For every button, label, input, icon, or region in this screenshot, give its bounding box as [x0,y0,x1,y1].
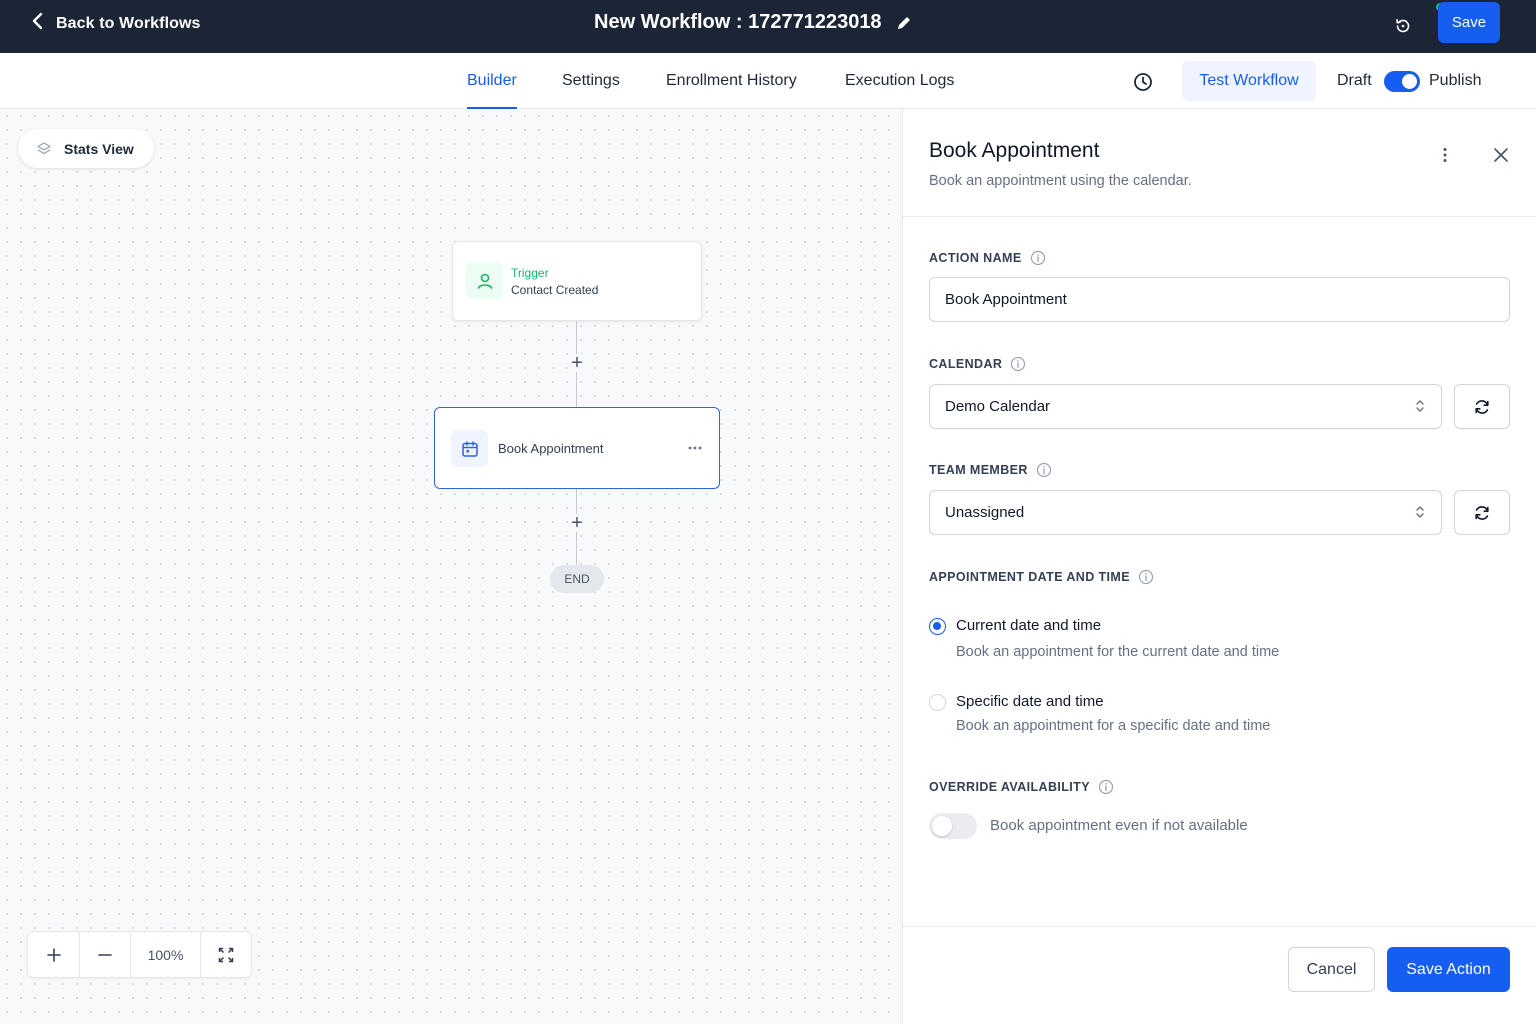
radio-option-title: Current date and time [956,617,1102,634]
tab-builder[interactable]: Builder [467,53,517,109]
panel-subtitle: Book an appointment using the calendar. [929,173,1192,189]
workflow-title: New Workflow : 172771223018 [594,11,912,34]
action-icon-box [451,430,488,467]
minus-icon [98,953,112,956]
info-icon[interactable] [1010,356,1026,372]
appointment-date-label: APPOINTMENT DATE AND TIME [929,569,1154,585]
panel-title: Book Appointment [929,139,1100,162]
tab-enrollment-history[interactable]: Enrollment History [666,53,797,109]
divider [903,926,1536,927]
top-bar: Back to Workflows New Workflow : 1727712… [0,0,1536,53]
calendar-icon [461,440,479,458]
back-to-workflows-link[interactable]: Back to Workflows [30,11,201,36]
schedule-button[interactable] [1130,69,1156,95]
trigger-description: Contact Created [511,283,599,297]
stats-view-label: Stats View [64,140,134,157]
tab-settings[interactable]: Settings [562,53,620,109]
info-icon[interactable] [1036,462,1052,478]
fit-view-button[interactable] [201,932,251,977]
override-availability-label-text: OVERRIDE AVAILABILITY [929,780,1090,794]
stats-view-button[interactable]: Stats View [18,129,154,168]
appointment-date-label-text: APPOINTMENT DATE AND TIME [929,570,1130,584]
refresh-icon [1473,504,1491,522]
refresh-icon [1473,398,1491,416]
chevron-up-down-icon [1415,504,1425,524]
trigger-type-label: Trigger [511,266,549,280]
book-appointment-node[interactable]: Book Appointment [434,407,720,489]
workflow-canvas[interactable]: Stats View Trigger Contact Created + Boo… [0,109,902,1024]
info-icon[interactable] [1030,250,1046,266]
workflow-title-text: New Workflow : 172771223018 [594,11,882,33]
history-icon [1394,17,1412,35]
radio-option-title: Specific date and time [956,693,1104,710]
zoom-controls: 100% [27,931,252,978]
info-icon[interactable] [1098,779,1114,795]
action-name-input[interactable] [929,277,1510,322]
override-availability-toggle-label: Book appointment even if not available [990,817,1248,834]
tab-execution-logs[interactable]: Execution Logs [845,53,954,109]
radio-specific-date-time[interactable]: Specific date and time [929,693,1104,711]
toggle-knob [1402,74,1417,89]
radio-option-description: Book an appointment for a specific date … [956,718,1271,734]
more-horizontal-icon[interactable] [685,438,705,458]
clock-icon [1133,72,1153,92]
toggle-knob [932,816,952,836]
end-node: END [550,565,604,593]
team-member-select[interactable]: Unassigned [929,490,1442,535]
cancel-button[interactable]: Cancel [1288,947,1375,992]
zoom-in-button[interactable] [28,932,80,977]
calendar-label: CALENDAR [929,356,1026,372]
publish-label: Publish [1429,72,1482,89]
override-availability-toggle[interactable] [929,813,977,839]
close-icon[interactable] [1489,143,1513,167]
publish-toggle[interactable] [1384,71,1420,92]
more-vertical-icon[interactable] [1433,143,1457,167]
save-action-button[interactable]: Save Action [1387,947,1510,992]
calendar-select[interactable]: Demo Calendar [929,384,1442,429]
test-workflow-button[interactable]: Test Workflow [1182,61,1316,101]
version-history-button[interactable] [1390,13,1416,39]
team-member-select-value: Unassigned [945,504,1025,521]
trigger-icon-box [466,262,503,299]
zoom-level: 100% [131,932,201,977]
add-step-plus-icon[interactable]: + [568,513,586,533]
zoom-out-button[interactable] [80,932,131,977]
calendar-label-text: CALENDAR [929,357,1003,371]
radio-option-description: Book an appointment for the current date… [956,644,1280,660]
tab-bar: Builder Settings Enrollment History Exec… [0,53,1536,109]
info-icon[interactable] [1138,569,1154,585]
plus-icon [46,947,61,962]
action-name-label: ACTION NAME [929,250,1046,266]
override-availability-label: OVERRIDE AVAILABILITY [929,779,1114,795]
calendar-select-value: Demo Calendar [945,398,1051,415]
draft-label: Draft [1337,72,1372,89]
back-label: Back to Workflows [56,14,201,32]
user-icon [475,271,495,291]
team-member-label: TEAM MEMBER [929,462,1052,478]
radio-button[interactable] [929,694,946,711]
chevron-up-down-icon [1415,398,1425,418]
radio-current-date-time[interactable]: Current date and time [929,617,1101,635]
divider [903,216,1536,217]
save-button[interactable]: Save [1438,2,1500,43]
chevron-left-icon [30,11,46,36]
add-step-plus-icon[interactable]: + [568,353,586,373]
action-config-panel: Book Appointment Book an appointment usi… [902,109,1536,1024]
radio-button[interactable] [929,618,946,635]
trigger-node[interactable]: Trigger Contact Created [452,241,702,321]
refresh-team-member-button[interactable] [1454,490,1510,535]
action-node-label: Book Appointment [498,441,604,456]
action-name-label-text: ACTION NAME [929,251,1022,265]
pencil-icon[interactable] [896,15,912,31]
team-member-label-text: TEAM MEMBER [929,463,1028,477]
expand-icon [218,947,234,962]
stats-icon [36,141,52,156]
refresh-calendar-button[interactable] [1454,384,1510,429]
